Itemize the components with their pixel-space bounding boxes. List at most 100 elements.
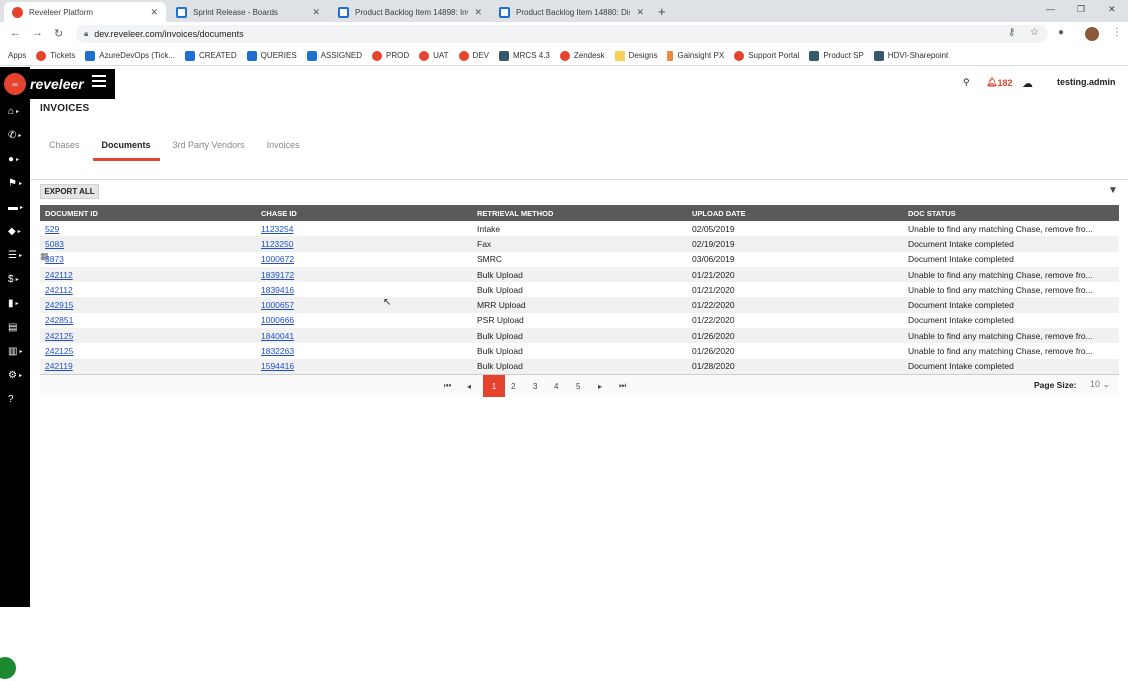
maximize-icon[interactable]: ❐ (1077, 4, 1085, 15)
url-input[interactable]: 🔒︎ dev.reveleer.com/invoices/documents (76, 25, 1048, 43)
search-icon[interactable]: ⚲ (963, 77, 970, 88)
table-row[interactable]: 242125 1832263 Bulk Upload 01/26/2020 Unable… (40, 343, 1119, 358)
tab-3rd-party-vendors[interactable]: 3rd Party Vendors (164, 140, 254, 161)
bookmark-support-portal[interactable]: Support Portal (734, 50, 799, 61)
star-icon[interactable]: ☆ (1030, 27, 1039, 38)
browser-tab[interactable]: Sprint Release - Boards ✕ (168, 2, 328, 22)
table-row[interactable]: 529 1123254 Intake 02/05/2019 Unable to find… (40, 221, 1119, 236)
document-id-link[interactable]: 242915 (40, 300, 256, 310)
bookmark-dev[interactable]: DEV (458, 50, 489, 61)
bookmark-uat[interactable]: UAT (419, 50, 449, 61)
document-id-link[interactable]: 242125 (40, 346, 256, 356)
document-icon[interactable]: ▤ (8, 320, 26, 334)
chase-id-link[interactable]: 1594416 (256, 361, 472, 371)
filter-icon[interactable]: ▼ (1108, 185, 1118, 196)
close-icon[interactable]: ✕ (312, 7, 320, 18)
table-row[interactable]: 242112 1839416 Bulk Upload 01/21/2020 Unable… (40, 282, 1119, 297)
close-icon[interactable]: ✕ (474, 7, 482, 18)
back-icon[interactable]: ← (10, 27, 21, 39)
page-button-5[interactable]: 5 (576, 379, 580, 393)
hamburger-menu-icon[interactable] (92, 75, 106, 90)
bookmark-prod[interactable]: PROD (372, 50, 409, 61)
tab-documents[interactable]: Documents (92, 140, 160, 161)
page-button-3[interactable]: 3 (533, 379, 537, 393)
browser-tab[interactable]: Reveleer Platform ✕ (4, 2, 166, 22)
key-icon[interactable]: ⚷ (1008, 27, 1015, 38)
menu-dots-icon[interactable]: ⋮ (1112, 27, 1122, 38)
notification-bell[interactable]: 🔔︎ 182 (986, 77, 1012, 88)
first-page-icon[interactable]: ⏮ (444, 379, 451, 393)
list-icon[interactable]: ☰ ▸ (8, 248, 26, 262)
home-icon[interactable]: ⌂ ▸ (8, 104, 26, 118)
prev-page-icon[interactable]: ◂ (467, 379, 471, 393)
chase-id-link[interactable]: 1000672 (256, 254, 472, 264)
flag-icon[interactable]: ⚑ ▸ (8, 176, 26, 190)
minimize-icon[interactable]: — (1046, 4, 1055, 14)
layers-icon[interactable]: ◆ ▸ (8, 224, 26, 238)
new-tab-icon[interactable]: + (658, 4, 666, 19)
document-id-link[interactable]: 3873 (40, 254, 256, 264)
bookmark-designs[interactable]: Designs (614, 50, 657, 61)
briefcase-icon[interactable]: ▬ ▸ (8, 200, 26, 214)
bookmark-tickets[interactable]: Tickets (36, 50, 75, 61)
app-logo[interactable]: ∞ reveleer (0, 69, 115, 99)
table-row[interactable]: 5083 1123250 Fax 02/19/2019 Document Intake … (40, 236, 1119, 252)
microphone-icon[interactable]: ● (1058, 27, 1064, 38)
tab-chases[interactable]: Chases (40, 140, 89, 161)
column-header[interactable]: DOCUMENT ID (40, 209, 256, 218)
page-button-4[interactable]: 4 (554, 379, 558, 393)
phone-icon[interactable]: ✆ ▸ (8, 128, 26, 142)
next-page-icon[interactable]: ▸ (598, 379, 602, 393)
document-id-link[interactable]: 529 (40, 224, 256, 234)
document-id-link[interactable]: 242119 (40, 361, 256, 371)
chart-icon[interactable]: ▥ ▸ (8, 344, 26, 358)
chase-id-link[interactable]: 1123254 (256, 224, 472, 234)
bookmark-assigned[interactable]: ASSIGNED (306, 50, 362, 61)
page-button-1[interactable]: 1 (483, 375, 505, 397)
bookmark-gainsight[interactable]: Gainsight PX (667, 50, 724, 61)
bookmark-azuredevops[interactable]: AzureDevOps (Tick... (85, 50, 175, 61)
username[interactable]: testing.admin (1057, 77, 1116, 87)
clipboard-icon[interactable]: ▮ ▸ (8, 296, 26, 310)
chase-id-link[interactable]: 1000666 (256, 315, 472, 325)
chase-id-link[interactable]: 1123250 (256, 239, 472, 249)
bookmark-product-sp[interactable]: Product SP (809, 50, 864, 61)
chase-id-link[interactable]: 1840041 (256, 331, 472, 341)
bookmark-mrcs[interactable]: MRCS 4.3 (498, 50, 550, 61)
table-row[interactable]: 242125 1840041 Bulk Upload 01/26/2020 Unable… (40, 328, 1119, 344)
chase-id-link[interactable]: 1832263 (256, 346, 472, 356)
help-icon[interactable]: ? (8, 392, 26, 406)
document-id-link[interactable]: 242125 (40, 331, 256, 341)
last-page-icon[interactable]: ⏭ (619, 379, 626, 393)
table-row[interactable]: 242119 1594416 Bulk Upload 01/28/2020 Docume… (40, 358, 1119, 374)
bookmark-zendesk[interactable]: Zendesk (559, 50, 605, 61)
close-icon[interactable]: ✕ (636, 7, 644, 18)
document-id-link[interactable]: 242851 (40, 315, 256, 325)
table-row[interactable]: 242851 1000666 PSR Upload 01/22/2020 Documen… (40, 313, 1119, 328)
bookmark-apps[interactable]: ▦ Apps (8, 51, 49, 261)
document-id-link[interactable]: 5083 (40, 239, 256, 249)
table-row[interactable]: 3873 1000672 SMRC 03/06/2019 Document Intake… (40, 252, 1119, 267)
table-row[interactable]: 242112 1839172 Bulk Upload 01/21/2020 Unable… (40, 266, 1119, 283)
user-icon[interactable]: ● ▸ (8, 152, 26, 166)
chase-id-link[interactable]: 1000657 (256, 300, 472, 310)
column-header[interactable]: DOC STATUS (903, 209, 1119, 218)
tab-invoices[interactable]: Invoices (258, 140, 309, 161)
column-header[interactable]: UPLOAD DATE (687, 209, 903, 218)
column-header[interactable]: CHASE ID (256, 209, 472, 218)
gear-icon[interactable]: ⚙ ▸ (8, 368, 26, 382)
cloud-icon[interactable]: ☁ (1022, 77, 1033, 90)
export-all-button[interactable]: EXPORT ALL (40, 184, 99, 199)
chase-id-link[interactable]: 1839416 (256, 285, 472, 295)
bookmark-queries[interactable]: QUERIES (246, 50, 297, 61)
close-icon[interactable]: ✕ (150, 7, 158, 18)
close-window-icon[interactable]: ✕ (1108, 4, 1116, 15)
column-header[interactable]: RETRIEVAL METHOD (472, 209, 687, 218)
forward-icon[interactable]: → (32, 27, 43, 39)
chase-id-link[interactable]: 1839172 (256, 270, 472, 280)
document-id-link[interactable]: 242112 (40, 270, 256, 280)
browser-tab[interactable]: Product Backlog Item 14898: Inv... ✕ (330, 2, 490, 22)
table-row[interactable]: 242915 1000657 MRR Upload 01/22/2020 Documen… (40, 297, 1119, 313)
page-size-select[interactable]: 10 ⌄ (1090, 379, 1110, 390)
reload-icon[interactable]: ↻ (54, 27, 63, 40)
